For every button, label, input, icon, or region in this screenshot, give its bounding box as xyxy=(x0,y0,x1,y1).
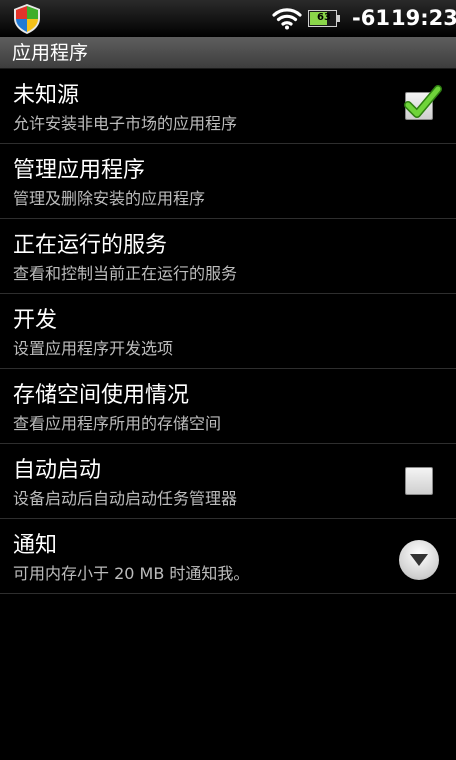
auto-start-checkbox[interactable] xyxy=(405,467,433,495)
pref-storage-use[interactable]: 存储空间使用情况 查看应用程序所用的存储空间 xyxy=(0,369,456,444)
pref-title: 未知源 xyxy=(13,83,80,108)
pref-development[interactable]: 开发 设置应用程序开发选项 xyxy=(0,294,456,369)
pref-summary: 管理及删除安装的应用程序 xyxy=(13,189,206,208)
unknown-sources-checkbox[interactable] xyxy=(404,85,442,120)
signal-strength: -61 xyxy=(352,6,390,30)
title-bar: 应用程序 xyxy=(0,37,456,69)
pref-notification[interactable]: 通知 可用内存小于 20 MB 时通知我。 xyxy=(0,519,456,594)
pref-title: 开发 xyxy=(13,308,58,333)
notification-dropdown-button[interactable] xyxy=(399,540,439,580)
pref-summary: 设备启动后自动启动任务管理器 xyxy=(13,489,238,508)
pref-manage-applications[interactable]: 管理应用程序 管理及删除安装的应用程序 xyxy=(0,144,456,219)
pref-summary: 可用内存小于 20 MB 时通知我。 xyxy=(13,564,250,583)
pref-title: 管理应用程序 xyxy=(13,158,146,183)
status-bar: 63 -61 19:23 xyxy=(0,0,456,37)
pref-auto-start[interactable]: 自动启动 设备启动后自动启动任务管理器 xyxy=(0,444,456,519)
shield-icon xyxy=(14,4,40,34)
pref-running-services[interactable]: 正在运行的服务 查看和控制当前正在运行的服务 xyxy=(0,219,456,294)
page-title: 应用程序 xyxy=(12,42,89,64)
pref-summary: 允许安装非电子市场的应用程序 xyxy=(13,114,238,133)
pref-title: 存储空间使用情况 xyxy=(13,383,190,408)
clock: 19:23 xyxy=(391,6,456,30)
battery-level: 63 xyxy=(317,12,331,23)
pref-unknown-sources[interactable]: 未知源 允许安装非电子市场的应用程序 xyxy=(0,69,456,144)
pref-title: 正在运行的服务 xyxy=(13,233,168,258)
check-icon xyxy=(404,85,442,118)
preference-list: 未知源 允许安装非电子市场的应用程序 管理应用程序 管理及删除安装的应用程序 正… xyxy=(0,69,456,594)
wifi-icon xyxy=(272,8,302,30)
pref-title: 通知 xyxy=(13,533,58,558)
pref-title: 自动启动 xyxy=(13,458,102,483)
pref-summary: 设置应用程序开发选项 xyxy=(13,339,174,358)
chevron-down-icon xyxy=(410,554,428,566)
pref-summary: 查看和控制当前正在运行的服务 xyxy=(13,264,238,283)
pref-summary: 查看应用程序所用的存储空间 xyxy=(13,414,222,433)
